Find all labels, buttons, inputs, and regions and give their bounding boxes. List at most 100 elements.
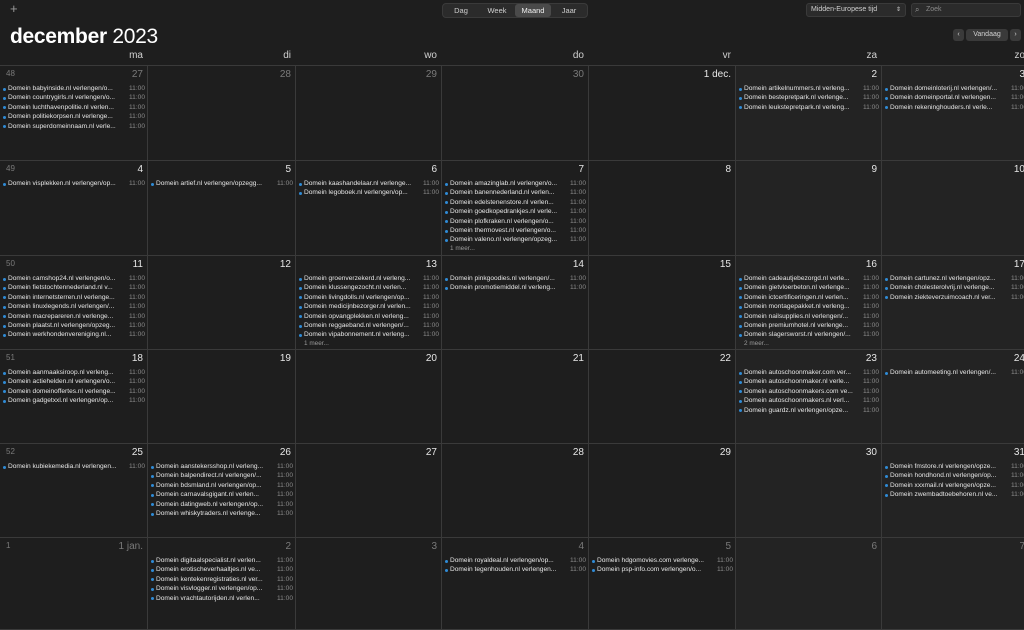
calendar-event[interactable]: Domein automeeting.nl verlengen/... 11:00 xyxy=(885,368,1024,377)
calendar-event[interactable]: Domein kaashandelaar.nl verlenge... 11:00 xyxy=(299,179,439,188)
calendar-event[interactable]: Domein bdsmland.nl verlengen/op... 11:00 xyxy=(151,481,293,490)
calendar-event[interactable]: Domein banennederland.nl verlen... 11:00 xyxy=(445,188,586,197)
calendar-event[interactable]: Domein tegenhouden.nl verlengen... 11:00 xyxy=(445,565,586,574)
calendar-event[interactable]: Domein promotiemiddel.nl verleng... 11:00 xyxy=(445,283,586,292)
calendar-event[interactable]: Domein autoschoonmaker.nl verle... 11:00 xyxy=(739,377,879,386)
day-cell[interactable]: 24 Domein automeeting.nl verlengen/... 11:… xyxy=(882,350,1024,444)
calendar-event[interactable]: Domein werkhondenvereniging.nl... 11:00 xyxy=(3,330,145,339)
calendar-event[interactable]: Domein gietvloerbeton.nl verlenge... 11:0… xyxy=(739,283,879,292)
day-cell[interactable]: 27 xyxy=(296,444,442,538)
calendar-event[interactable]: Domein balpendirect.nl verlengen/... 11:0… xyxy=(151,471,293,480)
calendar-event[interactable]: Domein montagepakket.nl verleng... 11:00 xyxy=(739,302,879,311)
day-cell[interactable]: 16 Domein cadeautjebezorgd.nl verle... 11:… xyxy=(736,256,882,350)
calendar-event[interactable]: Domein livingdolls.nl verlengen/op... 11:… xyxy=(299,293,439,302)
day-cell[interactable]: 4 Domein royaldeal.nl verlengen/op... 11:0… xyxy=(442,538,589,630)
day-cell[interactable]: 19 xyxy=(148,350,296,444)
calendar-event[interactable]: Domein countrygirls.nl verlengen/o... 11:… xyxy=(3,93,145,102)
calendar-event[interactable]: Domein artief.nl verlengen/opzegg... 11:0… xyxy=(151,179,293,188)
calendar-event[interactable]: Domein politiekorpsen.nl verlenge... 11:0… xyxy=(3,112,145,121)
calendar-event[interactable]: Domein camshop24.nl verlengen/o... 11:00 xyxy=(3,274,145,283)
next-month-button[interactable]: › xyxy=(1010,29,1021,41)
view-month-tab[interactable]: Maand xyxy=(515,4,551,17)
calendar-event[interactable]: Domein babyinside.nl verlengen/o... 11:00 xyxy=(3,84,145,93)
calendar-event[interactable]: Domein erotischeverhaaltjes.nl ve... 11:0… xyxy=(151,565,293,574)
day-cell[interactable]: 7 xyxy=(882,538,1024,630)
add-event-button[interactable]: + xyxy=(10,2,18,16)
day-cell[interactable]: 5 Domein hdgomovies.com verlenge... 11:00 D… xyxy=(589,538,736,630)
calendar-event[interactable]: Domein thermovest.nl verlengen/o... 11:00 xyxy=(445,226,586,235)
calendar-event[interactable]: Domein slagersworst.nl verlengen/... 11:0… xyxy=(739,330,879,339)
calendar-event[interactable]: Domein fietstochtennederland.nl v... 11:0… xyxy=(3,283,145,292)
day-cell[interactable]: 28 xyxy=(148,66,296,161)
day-cell[interactable]: 3 Domein domeinloterij.nl verlengen/... 11… xyxy=(882,66,1024,161)
calendar-event[interactable]: Domein vrachtautorijden.nl verlen... 11:0… xyxy=(151,594,293,603)
view-year-tab[interactable]: Jaar xyxy=(551,4,587,17)
view-week-tab[interactable]: Week xyxy=(479,4,515,17)
calendar-event[interactable]: Domein superdomeinnaam.nl verle... 11:00 xyxy=(3,122,145,131)
calendar-event[interactable]: Domein rekeninghouders.nl verle... 11:00 xyxy=(885,103,1024,112)
calendar-event[interactable]: Domein visvlogger.nl verlengen/op... 11:0… xyxy=(151,584,293,593)
day-cell[interactable]: 1 1 jan. xyxy=(0,538,148,630)
day-cell[interactable]: 17 Domein cartunez.nl verlengen/opz... 11:… xyxy=(882,256,1024,350)
calendar-event[interactable]: Domein visplekken.nl verlengen/op... 11:0… xyxy=(3,179,145,188)
calendar-event[interactable]: Domein vipabonnement.nl verleng... 11:00 xyxy=(299,330,439,339)
calendar-event[interactable]: Domein medicijnbezorger.nl verlen... 11:0… xyxy=(299,302,439,311)
day-cell[interactable]: 49 4 Domein visplekken.nl verlengen/op... 1… xyxy=(0,161,148,256)
calendar-event[interactable]: Domein zwembadtoebehoren.nl ve... 11:00 xyxy=(885,490,1024,499)
calendar-event[interactable]: Domein plofkraken.nl verlengen/o... 11:00 xyxy=(445,217,586,226)
day-cell[interactable]: 26 Domein aanstekersshop.nl verleng... 11:… xyxy=(148,444,296,538)
calendar-event[interactable]: Domein edelstenenstore.nl verlen... 11:00 xyxy=(445,198,586,207)
more-events-link[interactable]: 2 meer... xyxy=(739,340,879,348)
calendar-event[interactable]: Domein actiehelden.nl verlengen/o... 11:0… xyxy=(3,377,145,386)
calendar-event[interactable]: Domein digitaalspecialist.nl verlen... 11… xyxy=(151,556,293,565)
calendar-event[interactable]: Domein kentekenregistraties.nl ver... 11:… xyxy=(151,575,293,584)
calendar-event[interactable]: Domein carnavalsgigant.nl verlen... 11:00 xyxy=(151,490,293,499)
day-cell[interactable]: 9 xyxy=(736,161,882,256)
calendar-event[interactable]: Domein groenverzekerd.nl verleng... 11:00 xyxy=(299,274,439,283)
calendar-event[interactable]: Domein domeinloterij.nl verlengen/... 11:… xyxy=(885,84,1024,93)
day-cell[interactable]: 6 Domein kaashandelaar.nl verlenge... 11:0… xyxy=(296,161,442,256)
view-day-tab[interactable]: Dag xyxy=(443,4,479,17)
calendar-event[interactable]: Domein aanstekersshop.nl verleng... 11:00 xyxy=(151,462,293,471)
day-cell[interactable]: 1 dec. xyxy=(589,66,736,161)
calendar-event[interactable]: Domein linuxlegends.nl verlengen/... 11:0… xyxy=(3,302,145,311)
day-cell[interactable]: 30 xyxy=(442,66,589,161)
day-cell[interactable]: 29 xyxy=(589,444,736,538)
day-cell[interactable]: 20 xyxy=(296,350,442,444)
day-cell[interactable]: 15 xyxy=(589,256,736,350)
calendar-event[interactable]: Domein cadeautjebezorgd.nl verle... 11:00 xyxy=(739,274,879,283)
calendar-event[interactable]: Domein reggaeband.nl verlengen/... 11:00 xyxy=(299,321,439,330)
calendar-event[interactable]: Domein luchthavenpolitie.nl verlen... 11:… xyxy=(3,103,145,112)
calendar-event[interactable]: Domein artikelnummers.nl verleng... 11:00 xyxy=(739,84,879,93)
calendar-event[interactable]: Domein cholesterolvrij.nl verlenge... 11:… xyxy=(885,283,1024,292)
day-cell[interactable]: 7 Domein amazinglab.nl verlengen/o... 11:0… xyxy=(442,161,589,256)
day-cell[interactable]: 12 xyxy=(148,256,296,350)
day-cell[interactable]: 10 xyxy=(882,161,1024,256)
calendar-event[interactable]: Domein macrepareren.nl verlenge... 11:00 xyxy=(3,312,145,321)
today-button[interactable]: Vandaag xyxy=(966,29,1008,41)
calendar-event[interactable]: Domein klussengezocht.nl verlen... 11:00 xyxy=(299,283,439,292)
calendar-event[interactable]: Domein autoschoonmakers.nl verl... 11:00 xyxy=(739,396,879,405)
calendar-event[interactable]: Domein goedkopedrankjes.nl verle... 11:00 xyxy=(445,207,586,216)
calendar-event[interactable]: Domein valeno.nl verlengen/opzeg... 11:00 xyxy=(445,235,586,244)
calendar-event[interactable]: Domein kubiekemedia.nl verlengen... 11:00 xyxy=(3,462,145,471)
calendar-event[interactable]: Domein aanmaaksiroop.nl verleng... 11:00 xyxy=(3,368,145,377)
calendar-event[interactable]: Domein bestepretpark.nl verlenge... 11:00 xyxy=(739,93,879,102)
calendar-event[interactable]: Domein gadgetxxl.nl verlengen/op... 11:00 xyxy=(3,396,145,405)
calendar-event[interactable]: Domein datingweb.nl verlengen/op... 11:00 xyxy=(151,500,293,509)
day-cell[interactable]: 30 xyxy=(736,444,882,538)
calendar-event[interactable]: Domein domeinportal.nl verlengen... 11:00 xyxy=(885,93,1024,102)
calendar-event[interactable]: Domein leukstepretpark.nl verleng... 11:0… xyxy=(739,103,879,112)
calendar-event[interactable]: Domein psp-info.com verlengen/o... 11:00 xyxy=(592,565,733,574)
calendar-event[interactable]: Domein internetsterren.nl verlenge... 11:… xyxy=(3,293,145,302)
day-cell[interactable]: 52 25 Domein kubiekemedia.nl verlengen... 1… xyxy=(0,444,148,538)
calendar-event[interactable]: Domein fmstore.nl verlengen/opze... 11:00 xyxy=(885,462,1024,471)
calendar-event[interactable]: Domein autoschoonmakers.com ve... 11:00 xyxy=(739,387,879,396)
more-events-link[interactable]: 1 meer... xyxy=(445,245,586,253)
calendar-event[interactable]: Domein plaatst.nl verlengen/opzeg... 11:0… xyxy=(3,321,145,330)
calendar-event[interactable]: Domein ictcertificeringen.nl verlen... 11… xyxy=(739,293,879,302)
day-cell[interactable]: 21 xyxy=(442,350,589,444)
calendar-event[interactable]: Domein opvangplekken.nl verleng... 11:00 xyxy=(299,312,439,321)
day-cell[interactable]: 22 xyxy=(589,350,736,444)
calendar-event[interactable]: Domein legoboek.nl verlengen/op... 11:00 xyxy=(299,188,439,197)
